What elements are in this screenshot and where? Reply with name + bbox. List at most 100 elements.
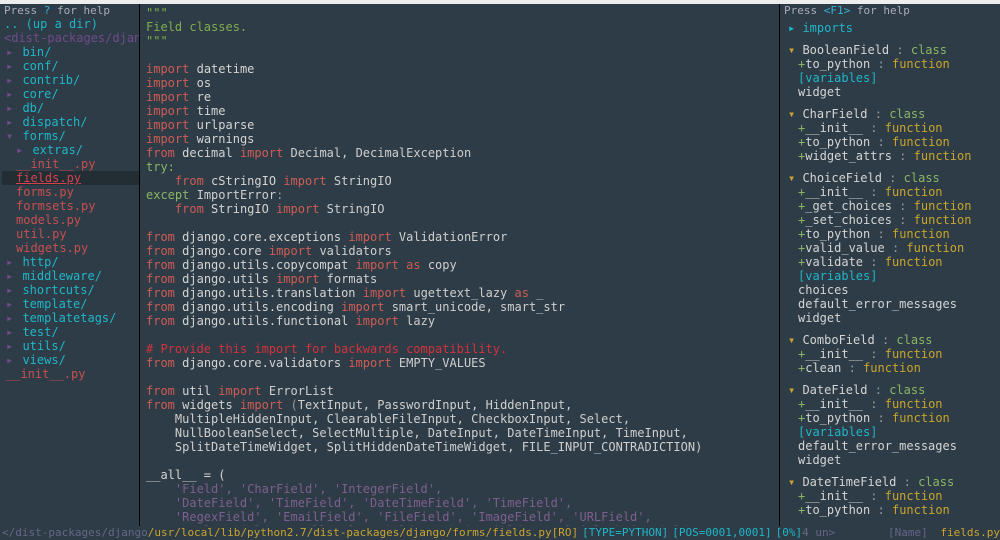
outline-help-hint: Press <F1> for help [780,4,1000,17]
chevron-right-icon: ▸ [6,45,20,59]
outline-function[interactable]: +_set_choices : function [782,213,1000,227]
chevron-right-icon: ▸ [6,297,20,311]
code-line: import datetime [142,62,779,76]
tree-dir[interactable]: ▸ conf/ [2,59,139,73]
tree-dir[interactable]: ▸ dispatch/ [2,115,139,129]
status-filename: fields.py [934,526,1000,539]
outline-member[interactable]: choices [782,283,1000,297]
tree-file[interactable]: forms.py [2,185,139,199]
tree-up-dir[interactable]: .. (up a dir) [2,17,139,31]
status-cursor-pos: [POS=0001,0001] [672,526,771,540]
outline-function[interactable]: +to_python : function [782,57,1000,71]
outline-member[interactable]: default_error_messages [782,439,1000,453]
code-line: Field classes. [142,20,779,34]
outline-variables[interactable]: [variables] [782,425,1000,439]
chevron-right-icon: ▸ [16,143,30,157]
chevron-right-icon: ▸ [6,87,20,101]
outline-function[interactable]: +__init__ : function [782,121,1000,135]
tree-file[interactable]: util.py [2,227,139,241]
code-line: import re [142,90,779,104]
outline-member[interactable]: widget [782,453,1000,467]
outline-function[interactable]: +widget_attrs : function [782,149,1000,163]
outline-function[interactable]: +__init__ : function [782,489,1000,503]
editor-grid: Press ? for help .. (up a dir) <dist-pac… [0,4,1000,526]
code-line: from django.core import validators [142,244,779,258]
tree-dir[interactable]: ▸ shortcuts/ [2,283,139,297]
file-tree-panel[interactable]: Press ? for help .. (up a dir) <dist-pac… [0,4,140,526]
outline-function[interactable]: +validate : function [782,255,1000,269]
tree-dir[interactable]: ▸ http/ [2,255,139,269]
outline-class[interactable]: ▾ ComboField : class [782,333,1000,347]
chevron-right-icon: ▸ [6,101,20,115]
outline-member[interactable]: default_error_messages [782,297,1000,311]
tree-dir[interactable]: ▸ utils/ [2,339,139,353]
tree-dir[interactable]: ▾ forms/ [2,129,139,143]
outline-function[interactable]: +__init__ : function [782,347,1000,361]
tree-file[interactable]: widgets.py [2,241,139,255]
chevron-right-icon: ▸ [6,325,20,339]
outline-function[interactable]: +to_python : function [782,135,1000,149]
code-line: except ImportError: [142,188,779,202]
outline-function[interactable]: +to_python : function [782,503,1000,517]
status-filetype: [TYPE=PYTHON] [582,526,668,540]
outline-member[interactable]: widget [782,311,1000,325]
code-line [142,48,779,62]
tree-dir[interactable]: ▸ template/ [2,297,139,311]
outline-class[interactable]: ▾ CharField : class [782,107,1000,121]
outline-class[interactable]: ▾ DateField : class [782,383,1000,397]
outline-imports[interactable]: ▸ imports [782,21,1000,35]
outline-panel[interactable]: Press <F1> for help ▸ imports ▾ BooleanF… [780,4,1000,526]
tree-dir[interactable]: ▸ templatetags/ [2,311,139,325]
outline-class[interactable]: ▾ ChoiceField : class [782,171,1000,185]
tree-file[interactable]: __init__.py [2,157,139,171]
outline-member[interactable]: widget [782,85,1000,99]
outline-function[interactable]: +_get_choices : function [782,199,1000,213]
code-line: """ [142,6,779,20]
tree-dir[interactable]: ▸ views/ [2,353,139,367]
code-line: from django.utils.copycompat import as c… [142,258,779,272]
code-line: import os [142,76,779,90]
outline-function[interactable]: +__init__ : function [782,185,1000,199]
outline-function[interactable]: +clean : function [782,361,1000,375]
code-line: from StringIO import StringIO [142,202,779,216]
tree-file[interactable]: fields.py [2,171,139,185]
status-cwd: </dist-packages/django [0,526,148,540]
tree-dir[interactable]: ▸ core/ [2,87,139,101]
chevron-down-icon: ▾ [788,383,802,397]
code-line: # Provide this import for backwards comp… [142,342,779,356]
tree-dir[interactable]: ▸ extras/ [2,143,139,157]
status-filepath: /usr/local/lib/python2.7/dist-packages/d… [148,526,578,540]
tree-file[interactable]: models.py [2,213,139,227]
outline-variables[interactable]: [variables] [782,269,1000,283]
tree-file[interactable]: formsets.py [2,199,139,213]
outline-function[interactable]: +to_python : function [782,411,1000,425]
outline-class[interactable]: ▾ BooleanField : class [782,43,1000,57]
tree-dir[interactable]: ▸ contrib/ [2,73,139,87]
outline-function[interactable]: +valid_value : function [782,241,1000,255]
chevron-right-icon: ▸ [6,255,20,269]
code-line: 'DateField', 'TimeField', 'DateTimeField… [142,496,779,510]
outline-class[interactable]: ▾ DateTimeField : class [782,475,1000,489]
tree-dir[interactable]: ▸ db/ [2,101,139,115]
code-line [142,216,779,230]
tree-file[interactable]: __init__.py [2,367,139,381]
code-line: from django.utils.translation import uge… [142,286,779,300]
outline-function[interactable]: +__init__ : function [782,397,1000,411]
code-line: import warnings [142,132,779,146]
tree-dir[interactable]: ▸ bin/ [2,45,139,59]
outline-variables[interactable]: [variables] [782,71,1000,85]
chevron-right-icon: ▸ [6,115,20,129]
chevron-right-icon: ▸ [6,283,20,297]
code-line: 'RegexField', 'EmailField', 'FileField',… [142,510,779,524]
chevron-right-icon: ▸ [6,73,20,87]
tree-root[interactable]: <dist-packages/django/ [2,31,139,45]
code-line: from django.utils.encoding import smart_… [142,300,779,314]
outline-function[interactable]: +to_python : function [782,227,1000,241]
chevron-right-icon: ▸ [6,269,20,283]
code-line: """ [142,34,779,48]
tree-dir[interactable]: ▸ test/ [2,325,139,339]
code-panel[interactable]: """Field classes.""" import datetimeimpo… [140,4,780,526]
tree-dir[interactable]: ▸ middleware/ [2,269,139,283]
code-line [142,454,779,468]
status-name-label: [Name] [888,526,928,539]
